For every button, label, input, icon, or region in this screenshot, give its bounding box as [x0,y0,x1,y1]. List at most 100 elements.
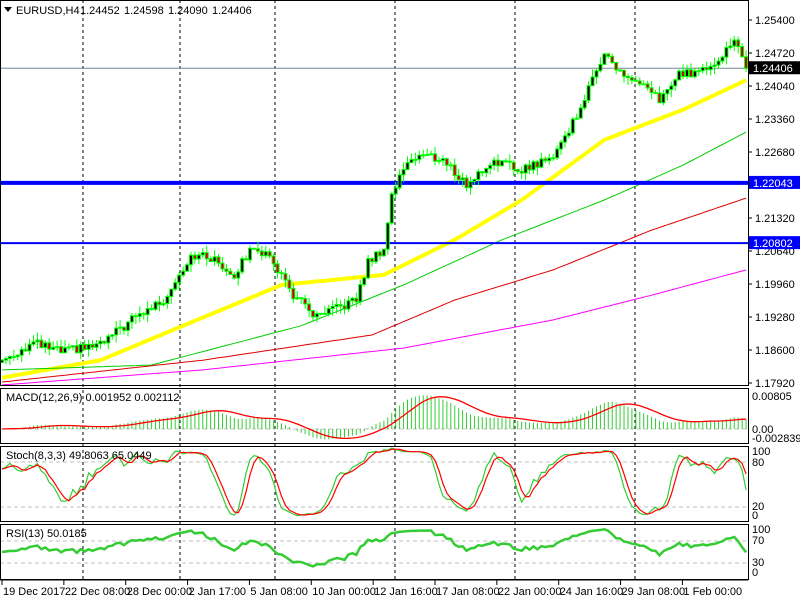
candle [381,248,386,257]
candle-body [566,132,571,137]
symbol-label: EURUSD,H4 [16,5,80,17]
candle-body [141,313,146,316]
candle-body [685,69,690,77]
candle-body [488,164,493,170]
price-tick-label: 1.17920 [755,378,795,390]
candle-body [322,312,327,315]
candle-body [275,263,280,274]
candle-body [98,340,103,345]
candle-body [696,70,701,73]
time-tick-label: 22 Jan 00:00 [498,586,562,598]
candle-body [350,297,355,302]
ohlc-close: 1.24406 [212,5,252,17]
time-tick-label: 10 Jan 00:00 [312,586,376,598]
candle-body [669,85,674,91]
candle-body [228,270,233,275]
candle-body [602,53,607,65]
candle-body [704,67,709,71]
candle-body [559,141,564,150]
candle-body [346,300,351,310]
price-tick-label: 1.18600 [755,345,795,357]
candle-body [295,297,300,300]
candle-body [720,56,725,62]
candle-body [358,284,363,303]
candle-body [673,79,678,87]
candle-body [263,251,268,257]
stoch-scale-label: 0 [752,510,758,522]
candle-body [173,282,178,290]
candle-body [598,63,603,72]
candle-body [23,348,28,352]
candle-body [271,255,276,265]
rsi-scale-label: 0 [752,567,758,579]
chart-background [0,0,800,600]
candle-body [157,301,162,306]
candle-body [688,69,693,78]
candle-body [307,303,312,312]
candle-body [334,304,339,307]
candle-body [712,64,717,67]
candle-body [413,158,418,161]
candle-body [39,339,44,349]
candle-body [401,169,406,176]
candle-body [429,153,434,156]
candle-body [255,248,260,252]
candle-body [472,178,477,183]
candle-body [338,304,343,307]
candle-body [496,159,501,167]
candle-body [515,169,520,172]
candle-body [291,287,296,300]
candle-body [531,161,536,171]
candle-body [311,310,316,318]
candle-body [114,327,119,336]
candle-body [574,117,579,120]
candle-body [740,46,745,58]
candle-body [169,288,174,298]
candle-body [200,252,205,256]
candle-body [464,177,469,189]
candle-body [259,250,264,257]
time-tick-label: 5 Jan 08:00 [250,586,308,598]
candle-body [661,93,666,104]
candle-body [3,358,8,361]
time-tick-label: 17 Jan 08:00 [436,586,500,598]
candle-body [433,153,438,162]
candle-body [641,83,646,86]
candle-body [19,348,24,356]
candle-body [393,187,398,195]
candle [602,52,607,66]
candle-body [110,334,115,337]
time-tick-label: 12 Jan 16:00 [374,586,438,598]
candle-body [145,308,150,316]
candle-body [192,254,197,260]
candle [499,160,504,167]
candle-body [590,76,595,87]
candle-body [716,60,721,66]
candle-body [354,297,359,303]
candle-body [15,354,20,358]
candle-body [216,256,221,264]
candle-body [244,258,249,261]
candle-body [267,251,272,257]
chart-window[interactable]: 1.25400 1.24720 1.24040 1.23360 1.22680 1.220… [0,0,800,600]
candle-body [90,343,95,348]
candle-body [181,270,186,276]
candle-body [728,45,733,49]
candle [153,300,158,312]
candle-body [480,171,485,174]
candle-body [622,69,627,77]
candle-body [452,164,457,177]
time-tick-label: 19 Dec 2017 [3,586,65,598]
candle-body [70,345,75,348]
candle-body [425,153,430,156]
candle-body [677,70,682,81]
candle-body [468,181,473,189]
candle-body [74,345,79,354]
candle-body [153,301,158,310]
candle-body [212,256,217,263]
candle-body [224,268,229,272]
candle [251,247,256,250]
candle-body [708,65,713,71]
candle-body [381,248,386,257]
candle-body [7,356,12,360]
